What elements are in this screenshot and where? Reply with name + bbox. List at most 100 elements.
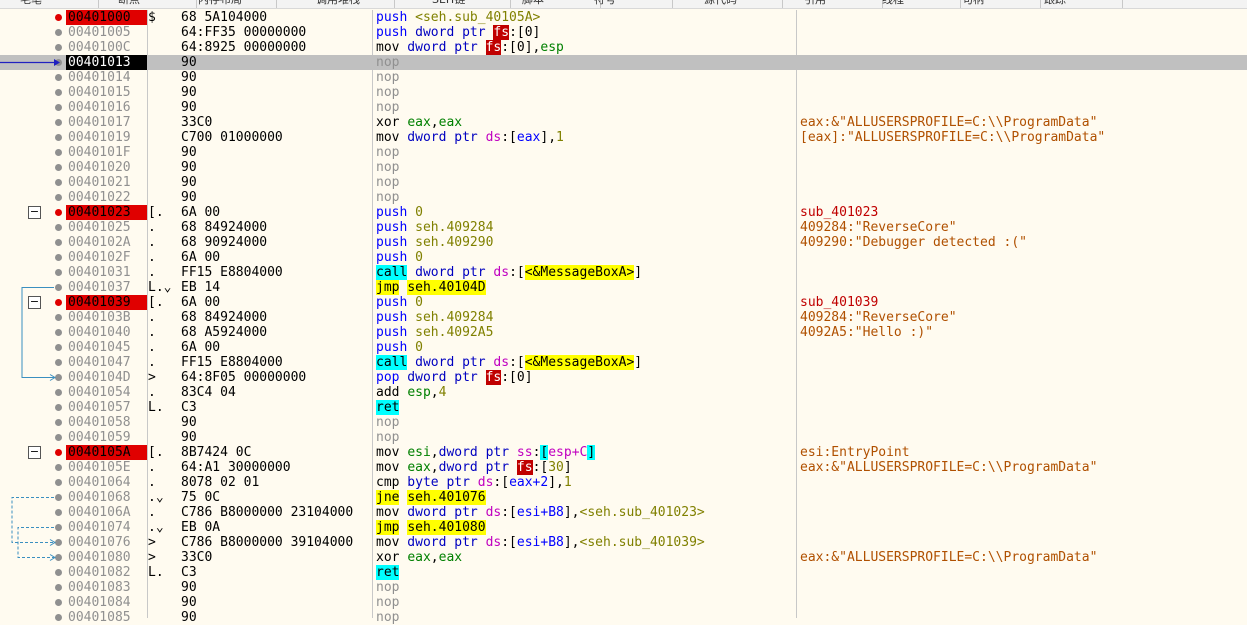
instruction-address[interactable]: 00401025 bbox=[66, 220, 147, 235]
instruction-bytes[interactable]: 90 bbox=[181, 100, 369, 115]
instruction-row[interactable]: 00401000 $68 5A104000 push <seh.sub_40105A… bbox=[0, 10, 1247, 25]
disassembly-text[interactable]: nop bbox=[376, 190, 794, 205]
instruction-row[interactable]: 00401015 90 nop bbox=[0, 85, 1247, 100]
tab-9[interactable]: 线程 bbox=[882, 0, 904, 7]
disassembly-text[interactable]: jmp seh.401080 bbox=[376, 520, 794, 535]
instruction-row[interactable]: 00401054. 83C4 04 add esp,4 bbox=[0, 385, 1247, 400]
instruction-bytes[interactable]: C3 bbox=[181, 565, 369, 580]
instruction-bytes[interactable]: C3 bbox=[181, 400, 369, 415]
instruction-bytes[interactable]: 90 bbox=[181, 55, 369, 70]
instruction-address[interactable]: 00401016 bbox=[66, 100, 147, 115]
disassembly-text[interactable]: push 0 bbox=[376, 295, 794, 310]
instruction-row[interactable]: 00401057 L. C3 ret bbox=[0, 400, 1247, 415]
disassembly-text[interactable]: xor eax,eax bbox=[376, 550, 794, 565]
instruction-address[interactable]: 00401000 bbox=[66, 10, 147, 25]
disassembly-text[interactable]: push 0 bbox=[376, 250, 794, 265]
instruction-row[interactable]: 00401064. 8078 02 01 cmp byte ptr ds:[eax+… bbox=[0, 475, 1247, 490]
instruction-bytes[interactable]: 90 bbox=[181, 430, 369, 445]
instruction-row[interactable]: 0040104D >64:8F05 00000000 pop dword ptr f… bbox=[0, 370, 1247, 385]
disassembly-text[interactable]: nop bbox=[376, 430, 794, 445]
disassembly-text[interactable]: jmp seh.40104D bbox=[376, 280, 794, 295]
tab-3[interactable]: 调用堆栈 bbox=[316, 0, 360, 7]
instruction-row[interactable]: 00401021 90 nop bbox=[0, 175, 1247, 190]
instruction-row[interactable]: 00401037 L.⌄ EB 14 jmp seh.40104D bbox=[0, 280, 1247, 295]
tab-2[interactable]: 内存布局 bbox=[198, 0, 242, 7]
instruction-bytes[interactable]: C786 B8000000 23104000 bbox=[181, 505, 369, 520]
disassembly-text[interactable]: mov dword ptr ds:[eax],1 bbox=[376, 130, 794, 145]
instruction-bytes[interactable]: 64:FF35 00000000 bbox=[181, 25, 369, 40]
instruction-bytes[interactable]: C700 01000000 bbox=[181, 130, 369, 145]
instruction-address[interactable]: 00401040 bbox=[66, 325, 147, 340]
instruction-address[interactable]: 00401076 bbox=[66, 535, 147, 550]
instruction-bytes[interactable]: 8078 02 01 bbox=[181, 475, 369, 490]
instruction-row[interactable]: −00401023 [. 6A 00 push 0 sub_401023 bbox=[0, 205, 1247, 220]
instruction-row[interactable]: 00401076 > C786 B8000000 39104000 mov dword… bbox=[0, 535, 1247, 550]
instruction-address[interactable]: 00401005 bbox=[66, 25, 147, 40]
disassembly-text[interactable]: push seh.409284 bbox=[376, 220, 794, 235]
disassembly-text[interactable]: add esp,4 bbox=[376, 385, 794, 400]
instruction-bytes[interactable]: 68 84924000 bbox=[181, 220, 369, 235]
instruction-bytes[interactable]: 6A 00 bbox=[181, 205, 369, 220]
instruction-row[interactable]: 00401016 90 nop bbox=[0, 100, 1247, 115]
disassembly-text[interactable]: call dword ptr ds:[<&MessageBoxA>] bbox=[376, 355, 794, 370]
instruction-address[interactable]: 00401068 bbox=[66, 490, 147, 505]
instruction-comment[interactable]: 409290:"Debugger detected :(" bbox=[800, 235, 1245, 250]
instruction-bytes[interactable]: 8B7424 0C bbox=[181, 445, 369, 460]
instruction-row[interactable]: 00401068 .⌄ 75 0C jne seh.401076 bbox=[0, 490, 1247, 505]
instruction-address[interactable]: 0040103B bbox=[66, 310, 147, 325]
instruction-row[interactable]: 0040106A. C786 B8000000 23104000 mov dword… bbox=[0, 505, 1247, 520]
disassembly-text[interactable]: mov dword ptr ds:[esi+B8],<seh.sub_40102… bbox=[376, 505, 794, 520]
instruction-address[interactable]: 0040105A bbox=[66, 445, 147, 460]
instruction-row[interactable]: 00401082 L. C3 ret bbox=[0, 565, 1247, 580]
instruction-row[interactable]: 00401020 90 nop bbox=[0, 160, 1247, 175]
instruction-bytes[interactable]: 90 bbox=[181, 145, 369, 160]
instruction-bytes[interactable]: 90 bbox=[181, 190, 369, 205]
instruction-row[interactable]: 00401017 33C0 xor eax,eax eax:&"ALLUSERSPRO… bbox=[0, 115, 1247, 130]
instruction-address[interactable]: 00401014 bbox=[66, 70, 147, 85]
instruction-address[interactable]: 00401037 bbox=[66, 280, 147, 295]
instruction-row[interactable]: 00401013 90 nop bbox=[0, 55, 1247, 70]
disassembly-text[interactable]: mov eax,dword ptr fs:[30] bbox=[376, 460, 794, 475]
instruction-bytes[interactable]: EB 0A bbox=[181, 520, 369, 535]
instruction-bytes[interactable]: 6A 00 bbox=[181, 295, 369, 310]
instruction-bytes[interactable]: FF15 E8804000 bbox=[181, 265, 369, 280]
instruction-row[interactable]: 00401031. FF15 E8804000 call dword ptr ds:… bbox=[0, 265, 1247, 280]
instruction-address[interactable]: 00401074 bbox=[66, 520, 147, 535]
disassembly-text[interactable]: mov dword ptr fs:[0],esp bbox=[376, 40, 794, 55]
instruction-bytes[interactable]: 33C0 bbox=[181, 550, 369, 565]
tab-11[interactable]: 跟踪 bbox=[1044, 0, 1066, 7]
disassembly-text[interactable]: nop bbox=[376, 175, 794, 190]
instruction-bytes[interactable]: C786 B8000000 39104000 bbox=[181, 535, 369, 550]
instruction-bytes[interactable]: 83C4 04 bbox=[181, 385, 369, 400]
disassembly-text[interactable]: cmp byte ptr ds:[eax+2],1 bbox=[376, 475, 794, 490]
instruction-bytes[interactable]: 68 84924000 bbox=[181, 310, 369, 325]
disassembly-text[interactable]: push 0 bbox=[376, 205, 794, 220]
instruction-address[interactable]: 0040105E bbox=[66, 460, 147, 475]
disassembly-text[interactable]: nop bbox=[376, 85, 794, 100]
tab-10[interactable]: 句柄 bbox=[962, 0, 984, 7]
instruction-comment[interactable]: [eax]:"ALLUSERSPROFILE=C:\\ProgramData" bbox=[800, 130, 1245, 145]
instruction-row[interactable]: 00401058 90 nop bbox=[0, 415, 1247, 430]
instruction-bytes[interactable]: 90 bbox=[181, 160, 369, 175]
instruction-bytes[interactable]: 90 bbox=[181, 175, 369, 190]
instruction-address[interactable]: 00401031 bbox=[66, 265, 147, 280]
tab-4[interactable]: SEH链 bbox=[432, 0, 465, 7]
disassembly-view[interactable]: 00401000 $68 5A104000 push <seh.sub_40105A… bbox=[0, 10, 1247, 625]
instruction-address[interactable]: 00401064 bbox=[66, 475, 147, 490]
disassembly-text[interactable]: pop dword ptr fs:[0] bbox=[376, 370, 794, 385]
disassembly-text[interactable]: nop bbox=[376, 415, 794, 430]
instruction-address[interactable]: 00401054 bbox=[66, 385, 147, 400]
instruction-row[interactable]: 00401025. 68 84924000 push seh.409284 40928… bbox=[0, 220, 1247, 235]
instruction-row[interactable]: 00401084 90 nop bbox=[0, 595, 1247, 610]
instruction-comment[interactable]: eax:&"ALLUSERSPROFILE=C:\\ProgramData" bbox=[800, 550, 1245, 565]
instruction-address[interactable]: 00401023 bbox=[66, 205, 147, 220]
disassembly-text[interactable]: push 0 bbox=[376, 340, 794, 355]
instruction-address[interactable]: 0040102A bbox=[66, 235, 147, 250]
instruction-bytes[interactable]: 64:A1 30000000 bbox=[181, 460, 369, 475]
disassembly-text[interactable]: push seh.4092A5 bbox=[376, 325, 794, 340]
disassembly-text[interactable]: call dword ptr ds:[<&MessageBoxA>] bbox=[376, 265, 794, 280]
instruction-address[interactable]: 00401082 bbox=[66, 565, 147, 580]
instruction-address[interactable]: 00401020 bbox=[66, 160, 147, 175]
instruction-address[interactable]: 00401084 bbox=[66, 595, 147, 610]
instruction-address[interactable]: 00401058 bbox=[66, 415, 147, 430]
